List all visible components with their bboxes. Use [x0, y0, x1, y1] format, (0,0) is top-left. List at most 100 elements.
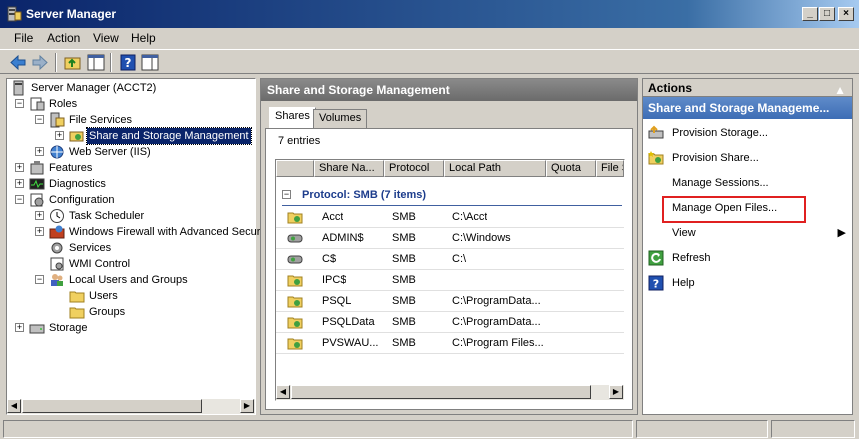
- menu-action[interactable]: Action: [47, 31, 80, 45]
- share-storage-icon: [69, 131, 84, 142]
- svg-text:?: ?: [653, 278, 659, 291]
- roles-icon: [30, 97, 45, 111]
- table-row[interactable]: PSQL SMB C:\ProgramData...: [276, 291, 624, 312]
- actions-section-header[interactable]: Share and Storage Manageme... ▲: [643, 83, 852, 119]
- collapse-toggle[interactable]: −: [35, 115, 44, 124]
- action-refresh[interactable]: Refresh: [643, 248, 852, 268]
- column-header-share-name[interactable]: Share Na...: [314, 160, 384, 177]
- diagnostics-icon: [29, 178, 45, 190]
- tree-item-label: Features: [49, 162, 93, 174]
- share-name: Acct: [322, 211, 344, 223]
- action-provision-storage[interactable]: Provision Storage...: [643, 123, 852, 143]
- shares-list[interactable]: Share Na... Protocol Local Path Quota Fi…: [275, 159, 625, 401]
- expand-toggle[interactable]: +: [55, 131, 64, 140]
- tab-volumes[interactable]: Volumes: [313, 109, 368, 128]
- action-manage-sessions[interactable]: Manage Sessions...: [643, 173, 852, 193]
- toolbar: ?: [0, 49, 859, 74]
- up-folder-icon[interactable]: [63, 53, 83, 72]
- share-name: IPC$: [322, 274, 347, 286]
- features-icon: [30, 161, 44, 175]
- scroll-thumb[interactable]: [22, 399, 202, 413]
- table-row[interactable]: PSQLData SMB C:\ProgramData...: [276, 312, 624, 333]
- results-pane: Share and Storage Management Shares Volu…: [260, 78, 638, 415]
- column-header-local-path[interactable]: Local Path: [444, 160, 546, 177]
- column-header-quota[interactable]: Quota: [546, 160, 596, 177]
- expand-toggle[interactable]: +: [35, 211, 44, 220]
- tree-item-label: Roles: [49, 98, 78, 110]
- close-button[interactable]: ×: [838, 7, 854, 21]
- share-protocol: SMB: [392, 274, 416, 286]
- menu-bar: File Action View Help: [0, 28, 859, 48]
- table-row[interactable]: Acct SMB C:\Acct: [276, 207, 624, 228]
- share-protocol: SMB: [392, 211, 416, 223]
- action-view[interactable]: View ▶: [643, 223, 852, 243]
- share-folder-icon: [287, 317, 303, 329]
- minimize-button[interactable]: _: [802, 7, 818, 21]
- svg-text:?: ?: [125, 56, 132, 70]
- tree-item-label: Share and Storage Management: [86, 127, 252, 145]
- tree-item-label: Web Server (IIS): [69, 146, 151, 158]
- maximize-button[interactable]: □: [819, 7, 835, 21]
- expand-toggle[interactable]: +: [15, 163, 24, 172]
- collapse-toggle[interactable]: −: [15, 195, 24, 204]
- share-path: C:\ProgramData...: [452, 316, 541, 328]
- list-horizontal-scrollbar[interactable]: ◀ ▶: [276, 385, 624, 400]
- scroll-left-arrow-icon[interactable]: ◀: [7, 399, 21, 413]
- share-name: PVSWAU...: [322, 337, 379, 349]
- expand-toggle[interactable]: +: [15, 179, 24, 188]
- table-row[interactable]: ADMIN$ SMB C:\Windows: [276, 228, 624, 249]
- back-arrow-icon[interactable]: [8, 53, 28, 72]
- tab-shares[interactable]: Shares: [269, 107, 316, 129]
- group-divider: [282, 205, 622, 206]
- tree-item-label: Configuration: [49, 194, 115, 206]
- expand-toggle[interactable]: +: [15, 323, 24, 332]
- column-header-protocol[interactable]: Protocol: [384, 160, 444, 177]
- entries-count: 7 entries: [278, 135, 321, 147]
- share-path: C:\Program Files...: [452, 337, 544, 349]
- share-path: C:\Windows: [452, 232, 511, 244]
- table-row[interactable]: IPC$ SMB: [276, 270, 624, 291]
- scroll-right-arrow-icon[interactable]: ▶: [240, 399, 254, 413]
- help-icon[interactable]: ?: [118, 53, 138, 72]
- scroll-right-arrow-icon[interactable]: ▶: [609, 385, 623, 399]
- forward-arrow-icon[interactable]: [30, 53, 50, 72]
- tree-item-label: Groups: [89, 306, 126, 318]
- collapse-toggle[interactable]: −: [282, 190, 291, 199]
- tree-item-label: Services: [69, 242, 112, 254]
- table-row[interactable]: C$ SMB C:\: [276, 249, 624, 270]
- table-row[interactable]: PVSWAU... SMB C:\Program Files...: [276, 333, 624, 354]
- properties-panel-icon[interactable]: [140, 53, 160, 72]
- wmi-control-icon: [50, 257, 64, 271]
- share-path: C:\: [452, 253, 467, 265]
- toolbar-separator: [55, 53, 57, 72]
- tree-item-label: WMI Control: [69, 258, 131, 270]
- menu-help[interactable]: Help: [131, 31, 156, 45]
- column-header-icon[interactable]: [276, 160, 314, 177]
- expand-toggle[interactable]: +: [35, 227, 44, 236]
- tree-item-label: Diagnostics: [49, 178, 106, 190]
- tree-item-label: Users: [89, 290, 118, 302]
- action-label: Provision Storage...: [672, 127, 768, 139]
- actions-section-label: Share and Storage Manageme...: [648, 101, 830, 115]
- server-icon: [13, 80, 24, 96]
- menu-file[interactable]: File: [14, 31, 33, 45]
- tree-horizontal-scrollbar[interactable]: ◀ ▶: [7, 399, 255, 414]
- group-label: Protocol: SMB (7 items): [302, 189, 427, 201]
- scroll-thumb[interactable]: [291, 385, 591, 399]
- tree-item-label: File Services: [69, 114, 132, 126]
- group-header[interactable]: − Protocol: SMB (7 items): [276, 185, 624, 206]
- column-header-file-screening[interactable]: File S: [596, 160, 624, 177]
- tree-item-label: Local Users and Groups: [69, 274, 188, 286]
- collapse-up-arrow-icon[interactable]: ▲: [834, 79, 846, 101]
- collapse-toggle[interactable]: −: [15, 99, 24, 108]
- collapse-toggle[interactable]: −: [35, 275, 44, 284]
- tree-item-label: Storage: [49, 322, 88, 334]
- scroll-left-arrow-icon[interactable]: ◀: [276, 385, 290, 399]
- users-icon: [51, 274, 63, 286]
- action-help[interactable]: ? Help: [643, 273, 852, 293]
- menu-view[interactable]: View: [93, 31, 119, 45]
- action-provision-share[interactable]: Provision Share...: [643, 148, 852, 168]
- show-hide-tree-icon[interactable]: [86, 53, 106, 72]
- expand-toggle[interactable]: +: [35, 147, 44, 156]
- console-tree[interactable]: Server Manager (ACCT2) − Roles − File Se…: [6, 78, 260, 415]
